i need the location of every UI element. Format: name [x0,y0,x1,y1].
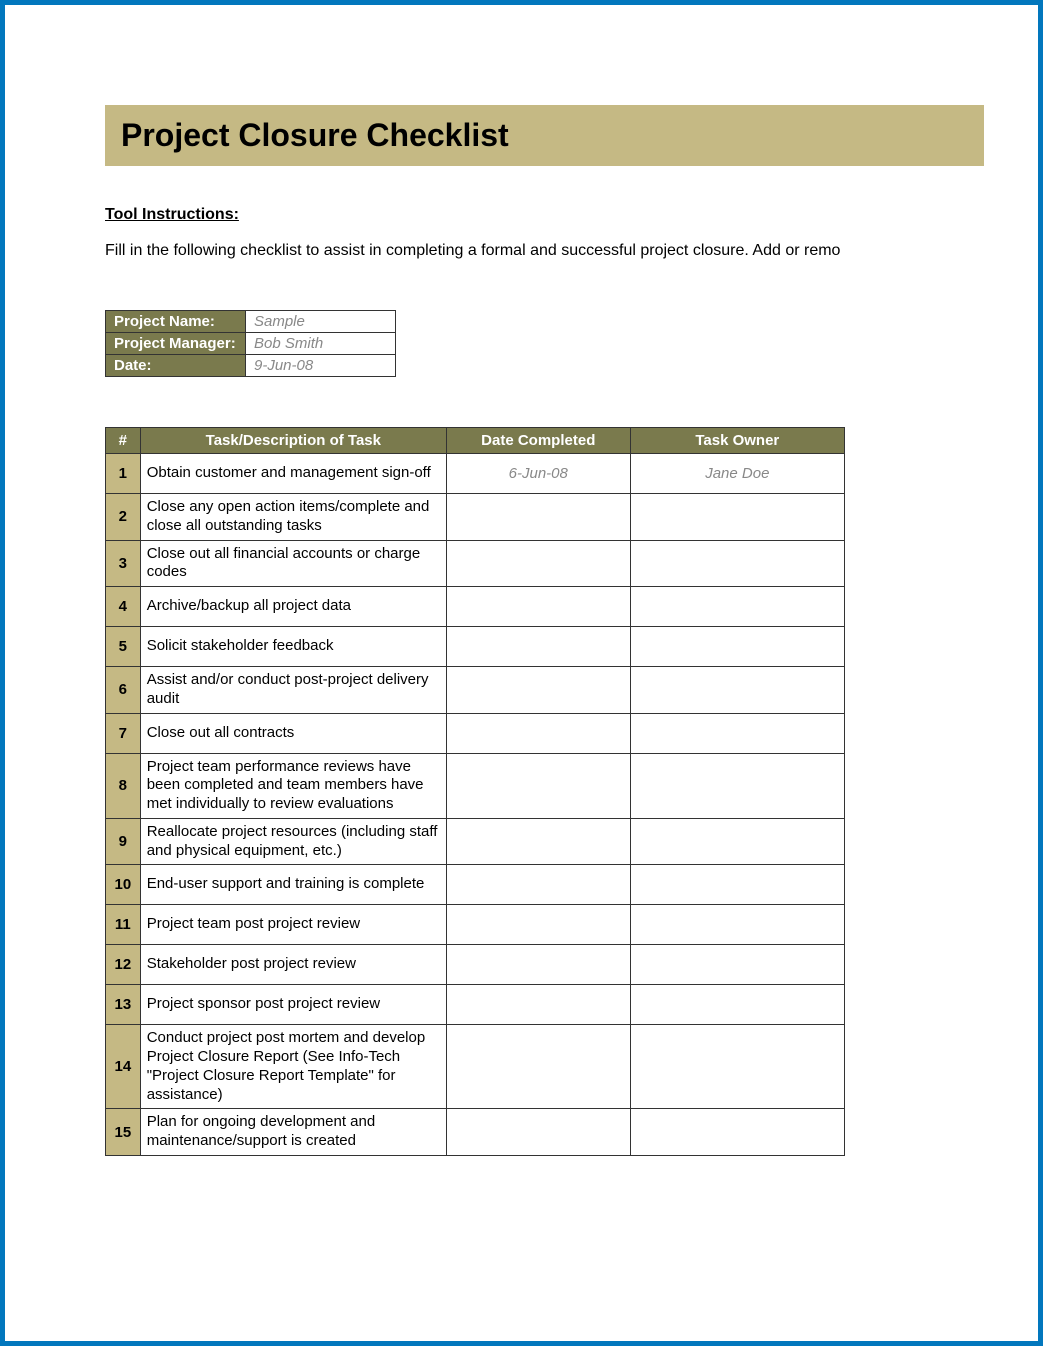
row-task: End-user support and training is complet… [140,865,446,905]
meta-row-project-name: Project Name: Sample [106,311,396,333]
table-row: 4Archive/backup all project data [106,587,845,627]
row-date [446,1025,630,1109]
document-frame: Project Closure Checklist Tool Instructi… [0,0,1043,1346]
row-task: Close out all financial accounts or char… [140,540,446,587]
row-date [446,818,630,865]
header-task: Task/Description of Task [140,428,446,454]
row-date [446,985,630,1025]
row-number: 12 [106,945,141,985]
row-date [446,667,630,714]
header-date: Date Completed [446,428,630,454]
row-owner [630,1109,844,1156]
row-task: Reallocate project resources (including … [140,818,446,865]
row-task: Assist and/or conduct post-project deliv… [140,667,446,714]
table-row: 14Conduct project post mortem and develo… [106,1025,845,1109]
row-owner [630,540,844,587]
row-task: Close out all contracts [140,713,446,753]
table-row: 10End-user support and training is compl… [106,865,845,905]
row-owner [630,627,844,667]
row-number: 10 [106,865,141,905]
row-task: Archive/backup all project data [140,587,446,627]
table-row: 11Project team post project review [106,905,845,945]
row-task: Project sponsor post project review [140,985,446,1025]
meta-value-date: 9-Jun-08 [246,355,396,377]
row-task: Solicit stakeholder feedback [140,627,446,667]
row-task: Plan for ongoing development and mainten… [140,1109,446,1156]
row-owner [630,587,844,627]
row-task: Conduct project post mortem and develop … [140,1025,446,1109]
row-task: Close any open action items/complete and… [140,494,446,541]
table-row: 2Close any open action items/complete an… [106,494,845,541]
checklist-header-row: # Task/Description of Task Date Complete… [106,428,845,454]
row-date [446,865,630,905]
header-owner: Task Owner [630,428,844,454]
row-number: 8 [106,753,141,818]
table-row: 15Plan for ongoing development and maint… [106,1109,845,1156]
meta-label-project-name: Project Name: [106,311,246,333]
meta-label-date: Date: [106,355,246,377]
title-bar: Project Closure Checklist [105,105,984,166]
row-task: Stakeholder post project review [140,945,446,985]
row-task: Obtain customer and management sign-off [140,454,446,494]
row-task: Project team performance reviews have be… [140,753,446,818]
meta-value-project-name: Sample [246,311,396,333]
row-date [446,494,630,541]
row-owner [630,494,844,541]
row-owner [630,1025,844,1109]
row-number: 15 [106,1109,141,1156]
row-date [446,627,630,667]
table-row: 7Close out all contracts [106,713,845,753]
row-date: 6-Jun-08 [446,454,630,494]
row-owner [630,945,844,985]
row-date [446,1109,630,1156]
row-date [446,905,630,945]
row-number: 6 [106,667,141,714]
row-number: 9 [106,818,141,865]
row-task: Project team post project review [140,905,446,945]
project-meta-table: Project Name: Sample Project Manager: Bo… [105,310,396,377]
row-owner [630,753,844,818]
row-number: 7 [106,713,141,753]
row-owner [630,667,844,714]
table-row: 5Solicit stakeholder feedback [106,627,845,667]
table-row: 1Obtain customer and management sign-off… [106,454,845,494]
checklist-table: # Task/Description of Task Date Complete… [105,427,845,1156]
row-date [446,945,630,985]
row-number: 14 [106,1025,141,1109]
page-title: Project Closure Checklist [121,117,968,154]
meta-row-date: Date: 9-Jun-08 [106,355,396,377]
row-date [446,587,630,627]
row-date [446,540,630,587]
instructions-heading: Tool Instructions: [105,206,978,224]
row-owner [630,713,844,753]
row-owner [630,818,844,865]
row-number: 2 [106,494,141,541]
row-number: 5 [106,627,141,667]
row-owner [630,905,844,945]
table-row: 13Project sponsor post project review [106,985,845,1025]
meta-row-project-manager: Project Manager: Bob Smith [106,333,396,355]
row-date [446,713,630,753]
table-row: 6Assist and/or conduct post-project deli… [106,667,845,714]
row-number: 3 [106,540,141,587]
row-owner: Jane Doe [630,454,844,494]
row-owner [630,985,844,1025]
row-number: 13 [106,985,141,1025]
row-number: 4 [106,587,141,627]
header-num: # [106,428,141,454]
row-owner [630,865,844,905]
meta-value-project-manager: Bob Smith [246,333,396,355]
meta-label-project-manager: Project Manager: [106,333,246,355]
table-row: 8Project team performance reviews have b… [106,753,845,818]
row-number: 1 [106,454,141,494]
instructions-text: Fill in the following checklist to assis… [105,242,978,260]
table-row: 9Reallocate project resources (including… [106,818,845,865]
row-date [446,753,630,818]
row-number: 11 [106,905,141,945]
table-row: 12Stakeholder post project review [106,945,845,985]
table-row: 3Close out all financial accounts or cha… [106,540,845,587]
